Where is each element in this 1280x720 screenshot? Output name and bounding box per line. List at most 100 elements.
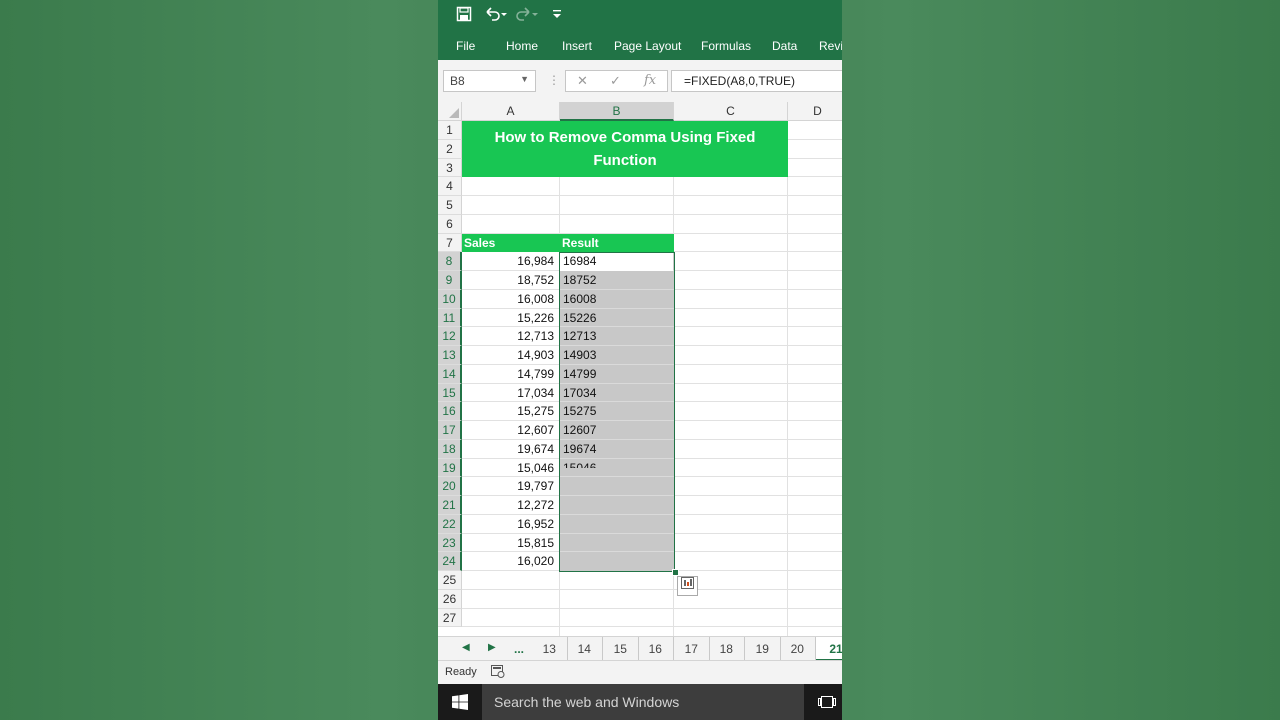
sheet-tab-18[interactable]: 18: [709, 637, 745, 661]
formula-input[interactable]: =FIXED(A8,0,TRUE): [671, 70, 842, 92]
tab-page-layout[interactable]: Page Layout: [614, 39, 681, 53]
column-header-c[interactable]: C: [674, 102, 788, 121]
sheet-tab-17[interactable]: 17: [674, 637, 710, 661]
sales-cell[interactable]: 12,713: [462, 327, 560, 345]
task-view-icon[interactable]: [818, 694, 836, 715]
sales-cell[interactable]: 15,275: [462, 402, 560, 420]
windows-taskbar: Search the web and Windows: [438, 684, 842, 720]
scroll-right-icon[interactable]: ▶: [488, 642, 496, 653]
gridline-row: [462, 626, 842, 628]
sheet-tab-15[interactable]: 15: [603, 637, 639, 661]
insert-function-icon[interactable]: fx: [644, 73, 656, 88]
column-header-b[interactable]: B: [560, 102, 674, 121]
tab-insert[interactable]: Insert: [562, 39, 592, 53]
sales-cell[interactable]: 12,607: [462, 421, 560, 439]
title-line-2: Function: [593, 152, 657, 169]
row-header-11[interactable]: 11: [438, 308, 462, 328]
sheet-tab-13[interactable]: 13: [532, 637, 568, 661]
name-box-value: B8: [450, 74, 465, 88]
sheet-tab-14[interactable]: 14: [567, 637, 603, 661]
undo-icon[interactable]: [484, 6, 508, 28]
row-header-21[interactable]: 21: [438, 496, 462, 515]
sheet-tab-20[interactable]: 20: [780, 637, 816, 661]
cancel-icon[interactable]: ✕: [577, 73, 588, 89]
tab-data[interactable]: Data: [772, 39, 797, 53]
row-header-23[interactable]: 23: [438, 533, 462, 553]
row-header-4[interactable]: 4: [438, 177, 462, 196]
sales-cell[interactable]: 15,815: [462, 534, 560, 552]
sales-cell[interactable]: 16,984: [462, 252, 560, 270]
tab-file[interactable]: File: [456, 39, 475, 53]
redo-icon[interactable]: [516, 6, 540, 28]
sheet-tab-16[interactable]: 16: [638, 637, 674, 661]
worksheet-grid[interactable]: A B C D 1 2 3 4 5 6 7 8 9 10 11 12 13 14 15 16 17 18 19 20 2…: [438, 102, 842, 636]
row-header-22[interactable]: 22: [438, 514, 462, 534]
column-header-d[interactable]: D: [788, 102, 842, 121]
row-header-3[interactable]: 3: [438, 158, 462, 178]
row-header-20[interactable]: 20: [438, 477, 462, 496]
tab-review[interactable]: Revi: [819, 39, 842, 53]
tab-home[interactable]: Home: [506, 39, 538, 53]
drag-handle-icon[interactable]: ⋮: [548, 73, 560, 87]
sales-cell[interactable]: 16,020: [462, 552, 560, 570]
row-header-15[interactable]: 15: [438, 383, 462, 403]
row-header-8[interactable]: 8: [438, 252, 462, 271]
sheet-tab-bar: ◀ ▶ ... 13 14 15 16 17 18 19 20 21: [438, 636, 842, 661]
sheet-tab-21[interactable]: 21: [816, 637, 842, 661]
row-header-1[interactable]: 1: [438, 121, 462, 140]
row-header-9[interactable]: 9: [438, 271, 462, 290]
title-cell[interactable]: How to Remove Comma Using Fixed Function: [462, 121, 788, 177]
row-header-10[interactable]: 10: [438, 289, 462, 309]
row-header-12[interactable]: 12: [438, 327, 462, 346]
row-header-16[interactable]: 16: [438, 402, 462, 421]
row-header-25[interactable]: 25: [438, 571, 462, 590]
select-all-corner[interactable]: [438, 102, 462, 121]
gridline-column: [787, 121, 788, 636]
row-header-13[interactable]: 13: [438, 346, 462, 365]
row-header-24[interactable]: 24: [438, 552, 462, 571]
gridline-row: [462, 607, 842, 609]
sales-cell[interactable]: 15,046: [462, 459, 560, 477]
sales-cell[interactable]: 16,952: [462, 515, 560, 533]
more-sheets-button[interactable]: ...: [506, 637, 532, 661]
row-header-5[interactable]: 5: [438, 196, 462, 215]
formula-buttons: ✕ ✓ fx: [565, 70, 668, 92]
row-header-2[interactable]: 2: [438, 139, 462, 159]
formula-bar: B8 ▼ ⋮ ✕ ✓ fx =FIXED(A8,0,TRUE): [438, 60, 842, 103]
chevron-down-icon[interactable]: ▼: [520, 74, 529, 84]
row-header-6[interactable]: 6: [438, 214, 462, 234]
sales-cell[interactable]: 18,752: [462, 271, 560, 289]
row-header-18[interactable]: 18: [438, 439, 462, 459]
customize-toolbar-icon[interactable]: [552, 6, 562, 28]
gridline-row: [462, 195, 842, 196]
row-header-19[interactable]: 19: [438, 458, 462, 478]
windows-start-icon[interactable]: [452, 694, 468, 715]
sales-cell[interactable]: 15,226: [462, 309, 560, 327]
excel-window: File Home Insert Page Layout Formulas Da…: [438, 0, 842, 720]
header-result[interactable]: Result: [560, 234, 674, 252]
sales-cell[interactable]: 16,008: [462, 290, 560, 308]
save-icon[interactable]: [456, 6, 472, 28]
row-header-14[interactable]: 14: [438, 364, 462, 384]
sales-cell[interactable]: 19,797: [462, 477, 560, 495]
fill-handle[interactable]: [672, 569, 679, 576]
row-header-26[interactable]: 26: [438, 589, 462, 609]
sales-cell[interactable]: 14,903: [462, 346, 560, 364]
sales-cell[interactable]: 12,272: [462, 496, 560, 514]
sales-cell[interactable]: 19,674: [462, 440, 560, 458]
taskbar-search-box[interactable]: Search the web and Windows: [482, 684, 804, 720]
tab-formulas[interactable]: Formulas: [701, 39, 751, 53]
row-header-7[interactable]: 7: [438, 233, 462, 253]
macro-recording-icon[interactable]: [491, 665, 505, 681]
sales-cell[interactable]: 17,034: [462, 384, 560, 402]
sales-cell[interactable]: 14,799: [462, 365, 560, 383]
row-header-17[interactable]: 17: [438, 421, 462, 440]
scroll-left-icon[interactable]: ◀: [462, 642, 470, 653]
row-header-27[interactable]: 27: [438, 608, 462, 628]
header-sales[interactable]: Sales: [462, 234, 560, 252]
quick-analysis-icon[interactable]: [677, 576, 698, 596]
column-header-a[interactable]: A: [462, 102, 560, 121]
enter-icon[interactable]: ✓: [610, 73, 621, 89]
name-box[interactable]: B8 ▼: [443, 70, 536, 92]
sheet-tab-19[interactable]: 19: [745, 637, 781, 661]
